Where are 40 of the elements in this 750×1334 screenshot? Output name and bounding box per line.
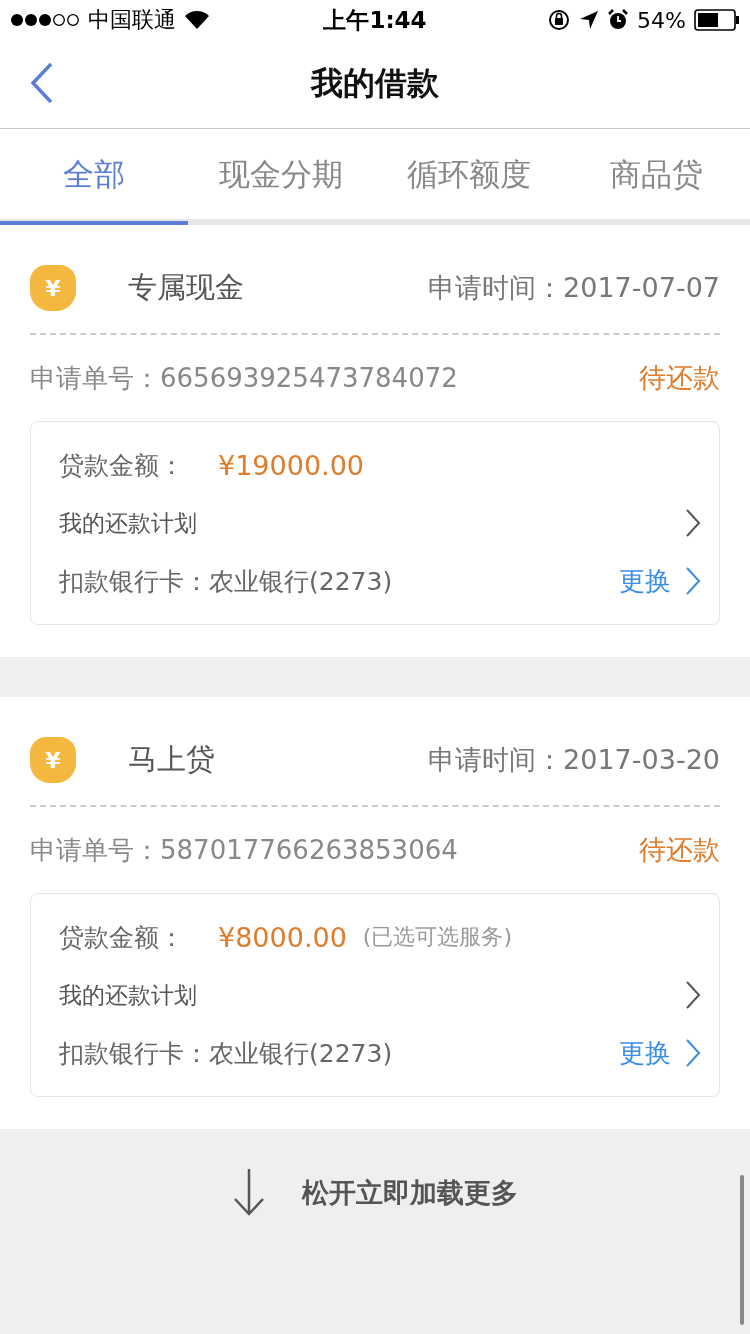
tab[interactable]: 循环额度 (375, 129, 563, 225)
rotation-lock-icon (547, 8, 572, 32)
bank-card-label: 扣款银行卡：农业银行(2273) (59, 565, 393, 598)
money-bag-icon: ¥ (30, 737, 76, 783)
loan-status: 待还款 (639, 833, 720, 867)
apply-date: 申请时间：2017-07-07 (428, 271, 720, 305)
down-arrow-icon (232, 1167, 266, 1217)
bank-card-label: 扣款银行卡：农业银行(2273) (59, 1037, 393, 1070)
amount-label: 贷款金额： (59, 449, 184, 482)
chevron-right-icon (685, 508, 701, 538)
amount-note: (已选可选服务) (362, 923, 512, 951)
status-time: 上午1:44 (323, 5, 427, 35)
alarm-icon (607, 9, 630, 31)
battery-percent: 54% (637, 7, 686, 33)
wifi-icon (184, 10, 210, 30)
battery-icon (694, 9, 740, 31)
order-number: 申请单号：587017766263853064 (30, 833, 458, 867)
chevron-right-icon (685, 980, 701, 1010)
loan-status: 待还款 (639, 361, 720, 395)
carrier-name: 中国联通 (88, 6, 176, 34)
money-bag-icon: ¥ (30, 265, 76, 311)
change-card-link[interactable]: 更换 (619, 563, 671, 599)
chevron-right-icon (685, 1038, 701, 1068)
product-name: 专属现金 (128, 269, 245, 306)
amount-label: 贷款金额： (59, 921, 184, 954)
location-icon (579, 10, 600, 30)
tab[interactable]: 商品贷 (562, 129, 750, 225)
tab[interactable]: 现金分期 (187, 129, 375, 225)
apply-date: 申请时间：2017-03-20 (428, 743, 720, 777)
page-title: 我的借款 (311, 63, 439, 104)
change-card-link[interactable]: 更换 (619, 1035, 671, 1071)
order-number: 申请单号：665693925473784072 (30, 361, 458, 395)
pull-to-load-hint: 松开立即加载更多 (302, 1176, 518, 1210)
repayment-plan-link[interactable]: 我的还款计划 (59, 494, 701, 552)
signal-icon (10, 12, 80, 28)
loan-amount: ¥8000.00 (218, 921, 347, 953)
chevron-right-icon (685, 566, 701, 596)
loan-amount: ¥19000.00 (218, 449, 364, 481)
product-name: 马上贷 (128, 741, 216, 778)
repayment-plan-link[interactable]: 我的还款计划 (59, 966, 701, 1024)
